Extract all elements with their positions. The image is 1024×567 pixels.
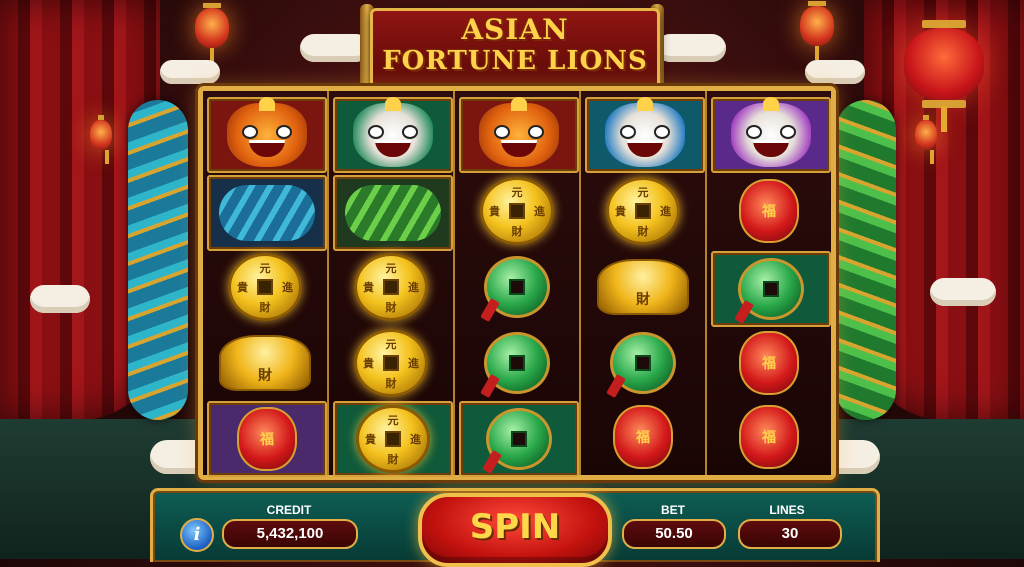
cloud-decoration bbox=[30, 285, 90, 313]
green-lion-icon bbox=[353, 97, 433, 167]
orange-lion-icon bbox=[227, 97, 307, 167]
reel-cell: 福 bbox=[711, 401, 827, 473]
reel-cell bbox=[585, 97, 705, 173]
bet-value[interactable]: 50.50 bbox=[622, 519, 726, 549]
gold-coin-icon: 元 貴 進 財 bbox=[228, 253, 302, 321]
lines-label: LINES bbox=[769, 503, 805, 517]
reel-cell: 元 貴 進 財 bbox=[333, 327, 449, 399]
cloud-decoration bbox=[656, 34, 726, 62]
reel-cell bbox=[333, 175, 453, 251]
green-dragon-icon bbox=[345, 185, 441, 241]
gold-coin-icon: 元 貴 進 財 bbox=[480, 177, 554, 245]
title-banner: ASIAN FORTUNE LIONS bbox=[370, 8, 660, 88]
info-button[interactable]: i bbox=[180, 518, 214, 552]
jade-coin-icon bbox=[734, 258, 804, 325]
red-lantern-icon: 福 bbox=[739, 405, 799, 469]
reel-cell bbox=[207, 175, 327, 251]
gold-coin-icon: 元 貴 進 財 bbox=[356, 405, 430, 473]
reel-cell: 元 貴 進 財 bbox=[333, 251, 449, 323]
lines-value[interactable]: 30 bbox=[738, 519, 842, 549]
bet-label: BET bbox=[661, 503, 685, 517]
reel-3: 元 貴 進 財 bbox=[455, 91, 581, 477]
reel-cell bbox=[585, 327, 701, 399]
jade-coin-icon bbox=[606, 332, 676, 399]
red-lantern-icon: 福 bbox=[613, 405, 673, 469]
reel-cell: 元 貴 進 財 bbox=[585, 175, 701, 247]
jade-coin-icon bbox=[482, 408, 552, 475]
cloud-decoration bbox=[160, 60, 220, 84]
blue-lion-icon bbox=[605, 97, 685, 167]
reel-cell bbox=[459, 327, 575, 399]
reel-cell bbox=[711, 97, 831, 173]
reel-grid: 元 貴 進 財 財 福 元 貴 進 財 元 貴 進 財 元 貴 進 財 元 貴 … bbox=[198, 86, 836, 480]
spin-button[interactable]: SPIN bbox=[418, 493, 612, 567]
gold-coin-icon: 元 貴 進 財 bbox=[354, 329, 428, 397]
cloud-decoration bbox=[805, 60, 865, 84]
red-lantern-icon: 福 bbox=[237, 407, 297, 471]
reel-cell: 福 bbox=[207, 401, 327, 477]
hanging-lantern-icon bbox=[195, 3, 229, 62]
gold-coin-icon: 元 貴 進 財 bbox=[606, 177, 680, 245]
gold-coin-icon: 元 貴 進 財 bbox=[354, 253, 428, 321]
reel-cell: 財 bbox=[585, 251, 701, 323]
reel-cell: 元 貴 進 財 bbox=[459, 175, 575, 247]
credit-label: CREDIT bbox=[266, 503, 312, 517]
reel-cell bbox=[711, 251, 831, 327]
reel-cell bbox=[333, 97, 453, 173]
reel-4: 元 貴 進 財 財 福 bbox=[581, 91, 707, 475]
reel-cell: 元 貴 進 財 bbox=[207, 251, 323, 323]
blue-dragon-icon bbox=[219, 185, 315, 241]
reel-cell bbox=[207, 97, 327, 173]
wall-lantern-icon bbox=[915, 115, 937, 164]
reel-cell bbox=[459, 401, 579, 477]
orange-lion-icon bbox=[479, 97, 559, 167]
wall-lantern-icon bbox=[90, 115, 112, 164]
green-dragon-pillar bbox=[836, 100, 896, 420]
game-title-line2: FORTUNE LIONS bbox=[382, 46, 648, 76]
reel-cell bbox=[459, 97, 579, 173]
reel-cell: 福 bbox=[585, 401, 701, 473]
red-lantern-icon: 福 bbox=[739, 331, 799, 395]
reel-cell: 福 bbox=[711, 175, 827, 247]
purple-lion-icon bbox=[731, 97, 811, 167]
cloud-decoration bbox=[930, 278, 996, 306]
reel-cell: 福 bbox=[711, 327, 827, 399]
red-lantern-decoration-icon bbox=[904, 20, 984, 108]
reel-2: 元 貴 進 財 元 貴 進 財 元 貴 進 財 bbox=[329, 91, 455, 477]
blue-dragon-pillar bbox=[128, 100, 188, 420]
reel-5: 福 福 福 bbox=[707, 91, 831, 475]
red-lantern-icon: 福 bbox=[739, 179, 799, 243]
gold-ingot-icon: 財 bbox=[219, 335, 311, 391]
reel-cell bbox=[459, 251, 575, 323]
jade-coin-icon bbox=[480, 332, 550, 399]
lantern-tassel bbox=[941, 106, 947, 132]
reel-1: 元 貴 進 財 財 福 bbox=[203, 91, 329, 477]
hanging-lantern-icon bbox=[800, 1, 834, 60]
reel-cell: 元 貴 進 財 bbox=[333, 401, 453, 477]
game-title-line1: ASIAN bbox=[461, 13, 569, 46]
credit-value: 5,432,100 bbox=[222, 519, 358, 549]
reel-cell: 財 bbox=[207, 327, 323, 399]
jade-coin-icon bbox=[480, 256, 550, 323]
gold-ingot-icon: 財 bbox=[597, 259, 689, 315]
